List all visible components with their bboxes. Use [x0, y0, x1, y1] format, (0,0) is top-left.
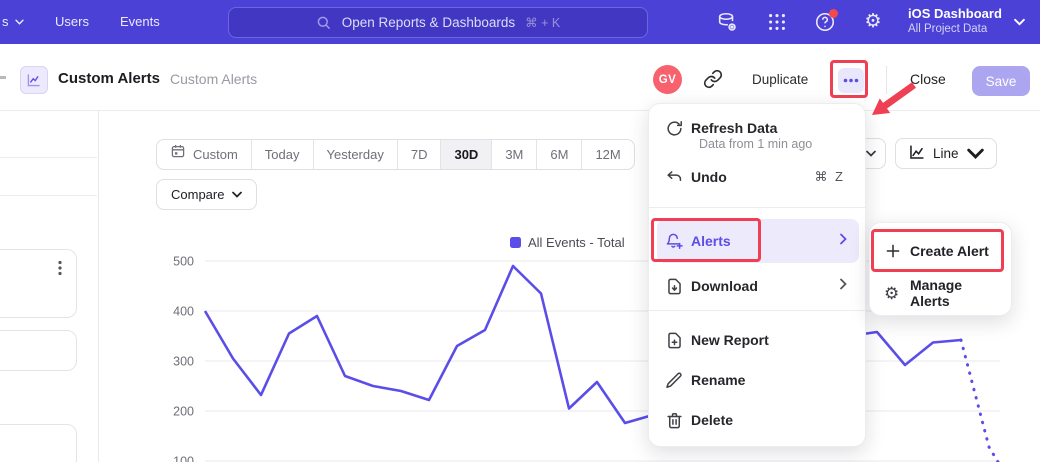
range-30d-active[interactable]: 30D [441, 140, 492, 169]
legend-item[interactable]: All Events - Total [510, 235, 625, 250]
settings-gear-icon[interactable]: ⚙ [862, 11, 884, 33]
menu-item-new-report[interactable]: New Report [657, 324, 859, 356]
save-button[interactable]: Save [972, 66, 1030, 96]
help-icon[interactable] [814, 11, 836, 33]
range-7d[interactable]: 7D [398, 140, 442, 169]
download-file-icon [657, 277, 691, 296]
nav-cut-label: s [2, 14, 9, 29]
legend-swatch [510, 237, 521, 248]
pencil-icon [657, 371, 691, 390]
trash-icon [657, 411, 691, 430]
range-3m[interactable]: 3M [492, 140, 537, 169]
menu-divider [649, 207, 865, 208]
chevron-down-icon [967, 145, 984, 162]
search-input[interactable]: Open Reports & Dashboards ⌘ + K [228, 7, 648, 38]
kebab-menu-icon[interactable] [58, 260, 62, 281]
range-custom[interactable]: Custom [157, 140, 252, 169]
sidebar-card[interactable] [0, 249, 77, 318]
bell-plus-icon [657, 232, 691, 251]
close-button[interactable]: Close [910, 71, 946, 87]
chevron-down-icon [15, 19, 24, 25]
chart-type-button[interactable]: Line [895, 138, 997, 169]
range-12m[interactable]: 12M [582, 140, 633, 169]
range-label: Custom [193, 140, 238, 169]
clipped-element [0, 76, 6, 79]
gear-icon: ⚙ [878, 284, 910, 303]
search-shortcut: ⌘ + K [525, 15, 560, 30]
submenu-item-label: Create Alert [910, 243, 989, 259]
line-chart-icon [908, 144, 925, 164]
menu-item-label: Alerts [691, 233, 731, 249]
sidebar-card[interactable] [0, 330, 77, 371]
sidebar-row-divider [0, 195, 97, 196]
page-title: Custom Alerts [58, 70, 160, 87]
date-range-control: Custom Today Yesterday 7D 30D 3M 6M 12M [156, 139, 635, 170]
sidebar-card[interactable] [0, 424, 77, 462]
data-connections-icon[interactable] [716, 11, 738, 33]
sidebar-row-divider [0, 157, 97, 158]
menu-item-label: Rename [691, 372, 745, 388]
chevron-down-icon [232, 191, 242, 198]
nav-item-clipped[interactable]: s [2, 14, 24, 29]
avatar[interactable]: GV [653, 65, 682, 94]
menu-divider [649, 310, 865, 311]
submenu-item-create-alert[interactable]: Create Alert [878, 233, 1005, 269]
app-root: 500400300200100 All Events - Total Custo… [0, 0, 1040, 462]
project-scope: All Project Data [908, 22, 1002, 37]
notification-badge [829, 9, 838, 18]
menu-item-label: Refresh Data [691, 120, 777, 136]
report-type-icon [20, 66, 48, 94]
menu-item-label: New Report [691, 332, 769, 348]
chart-type-label: Line [933, 146, 959, 161]
submenu-item-manage-alerts[interactable]: ⚙ Manage Alerts [878, 275, 1005, 311]
compare-label: Compare [171, 187, 224, 202]
sidebar-divider [98, 111, 99, 462]
menu-item-download[interactable]: Download [657, 270, 859, 302]
plus-icon [878, 242, 910, 260]
refresh-data-subtitle: Data from 1 min ago [699, 137, 812, 151]
nav-item-users[interactable]: Users [55, 14, 89, 29]
nav-item-events[interactable]: Events [120, 14, 160, 29]
toolbar-divider [886, 66, 887, 94]
report-header: Custom Alerts Custom Alerts GV Duplicate… [0, 44, 1040, 111]
top-navigation-bar: s Users Events Open Reports & Dashboards… [0, 0, 1040, 44]
context-menu: Refresh Data Data from 1 min ago Undo ⌘ … [648, 103, 866, 447]
menu-item-alerts[interactable]: Alerts [657, 219, 859, 263]
copy-link-icon[interactable] [703, 69, 723, 89]
legend-label: All Events - Total [528, 235, 625, 250]
search-placeholder: Open Reports & Dashboards [342, 15, 515, 30]
search-icon [316, 15, 332, 31]
menu-item-label: Undo [691, 169, 727, 185]
menu-item-label: Delete [691, 412, 733, 428]
compare-button[interactable]: Compare [156, 179, 257, 210]
menu-item-rename[interactable]: Rename [657, 364, 859, 396]
menu-item-delete[interactable]: Delete [657, 404, 859, 436]
refresh-icon [657, 119, 691, 138]
undo-icon [657, 168, 691, 187]
chevron-right-icon [839, 277, 847, 295]
chevron-right-icon [839, 232, 847, 250]
duplicate-button[interactable]: Duplicate [752, 72, 808, 87]
chevron-down-icon [866, 150, 876, 157]
more-options-button[interactable] [838, 68, 864, 93]
new-report-icon [657, 331, 691, 350]
alerts-submenu: Create Alert ⚙ Manage Alerts [869, 222, 1012, 316]
menu-item-undo[interactable]: Undo ⌘ Z [657, 164, 859, 190]
undo-shortcut: ⌘ Z [814, 169, 845, 185]
range-yesterday[interactable]: Yesterday [314, 140, 398, 169]
chevron-down-icon[interactable] [1014, 18, 1025, 26]
submenu-item-label: Manage Alerts [910, 277, 1005, 309]
calendar-icon [170, 140, 186, 169]
apps-grid-icon[interactable] [766, 11, 788, 33]
project-switcher[interactable]: iOS Dashboard All Project Data [908, 5, 1002, 37]
breadcrumb[interactable]: Custom Alerts [170, 71, 257, 87]
menu-item-label: Download [691, 278, 758, 294]
project-name: iOS Dashboard [908, 5, 1002, 22]
range-6m[interactable]: 6M [537, 140, 582, 169]
range-today[interactable]: Today [252, 140, 314, 169]
